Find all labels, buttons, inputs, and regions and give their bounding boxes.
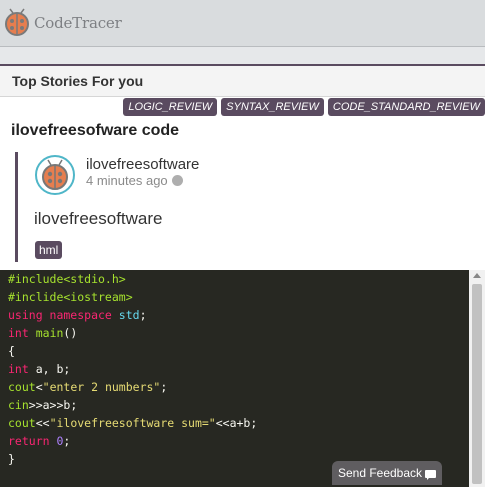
tag-logic-review[interactable]: LOGIC_REVIEW (123, 98, 218, 116)
code-line: #inclide<iostream> (8, 290, 133, 304)
code-block: #include<stdio.h> #inclide<iostream> usi… (0, 270, 469, 487)
code-line: return 0; (8, 434, 71, 448)
code-line: using namespace std; (8, 308, 147, 322)
author-name[interactable]: ilovefreesoftware (86, 156, 199, 173)
panel-title: Top Stories For you (0, 66, 485, 97)
tag-syntax-review[interactable]: SYNTAX_REVIEW (221, 98, 324, 116)
top-stories-panel: Top Stories For you LOGIC_REVIEW SYNTAX_… (0, 64, 485, 487)
code-line: cout<"enter 2 numbers"; (8, 380, 168, 394)
code-line: int a, b; (8, 362, 71, 376)
send-feedback-button[interactable]: Send Feedback (332, 461, 442, 485)
code-line: cin>>a>>b; (8, 398, 78, 412)
post-text: ilovefreesoftware (34, 209, 163, 228)
ladybug-logo-icon (5, 8, 29, 36)
code-line: { (8, 344, 15, 358)
post-body: ilovefreesoftware 4 minutes ago ilovefre… (15, 152, 478, 262)
scroll-up-icon[interactable] (473, 273, 481, 278)
code-scrollbar[interactable] (469, 270, 485, 487)
tag-code-standard-review[interactable]: CODE_STANDARD_REVIEW (327, 98, 485, 116)
code-line: #include<stdio.h> (8, 272, 126, 286)
code-line: cout<<"ilovefreesoftware sum="<<a+b; (8, 416, 258, 430)
chat-bubble-icon (425, 470, 437, 480)
post-title[interactable]: ilovefreesofware code (11, 122, 179, 140)
app-name: CodeTracer (34, 14, 122, 32)
top-bar: CodeTracer (0, 0, 485, 47)
scroll-thumb[interactable] (472, 284, 482, 484)
language-badge: hml (35, 241, 63, 259)
code-line: int main() (8, 326, 78, 340)
ladybug-avatar-icon (35, 155, 75, 195)
post-time-text: 4 minutes ago (86, 173, 168, 188)
send-feedback-label: Send Feedback (337, 466, 423, 480)
review-tags: LOGIC_REVIEW SYNTAX_REVIEW CODE_STANDARD… (123, 98, 485, 116)
avatar[interactable] (34, 154, 76, 201)
globe-icon (171, 175, 183, 186)
post-timestamp: 4 minutes ago (86, 173, 183, 188)
logo[interactable]: CodeTracer (2, 5, 122, 41)
